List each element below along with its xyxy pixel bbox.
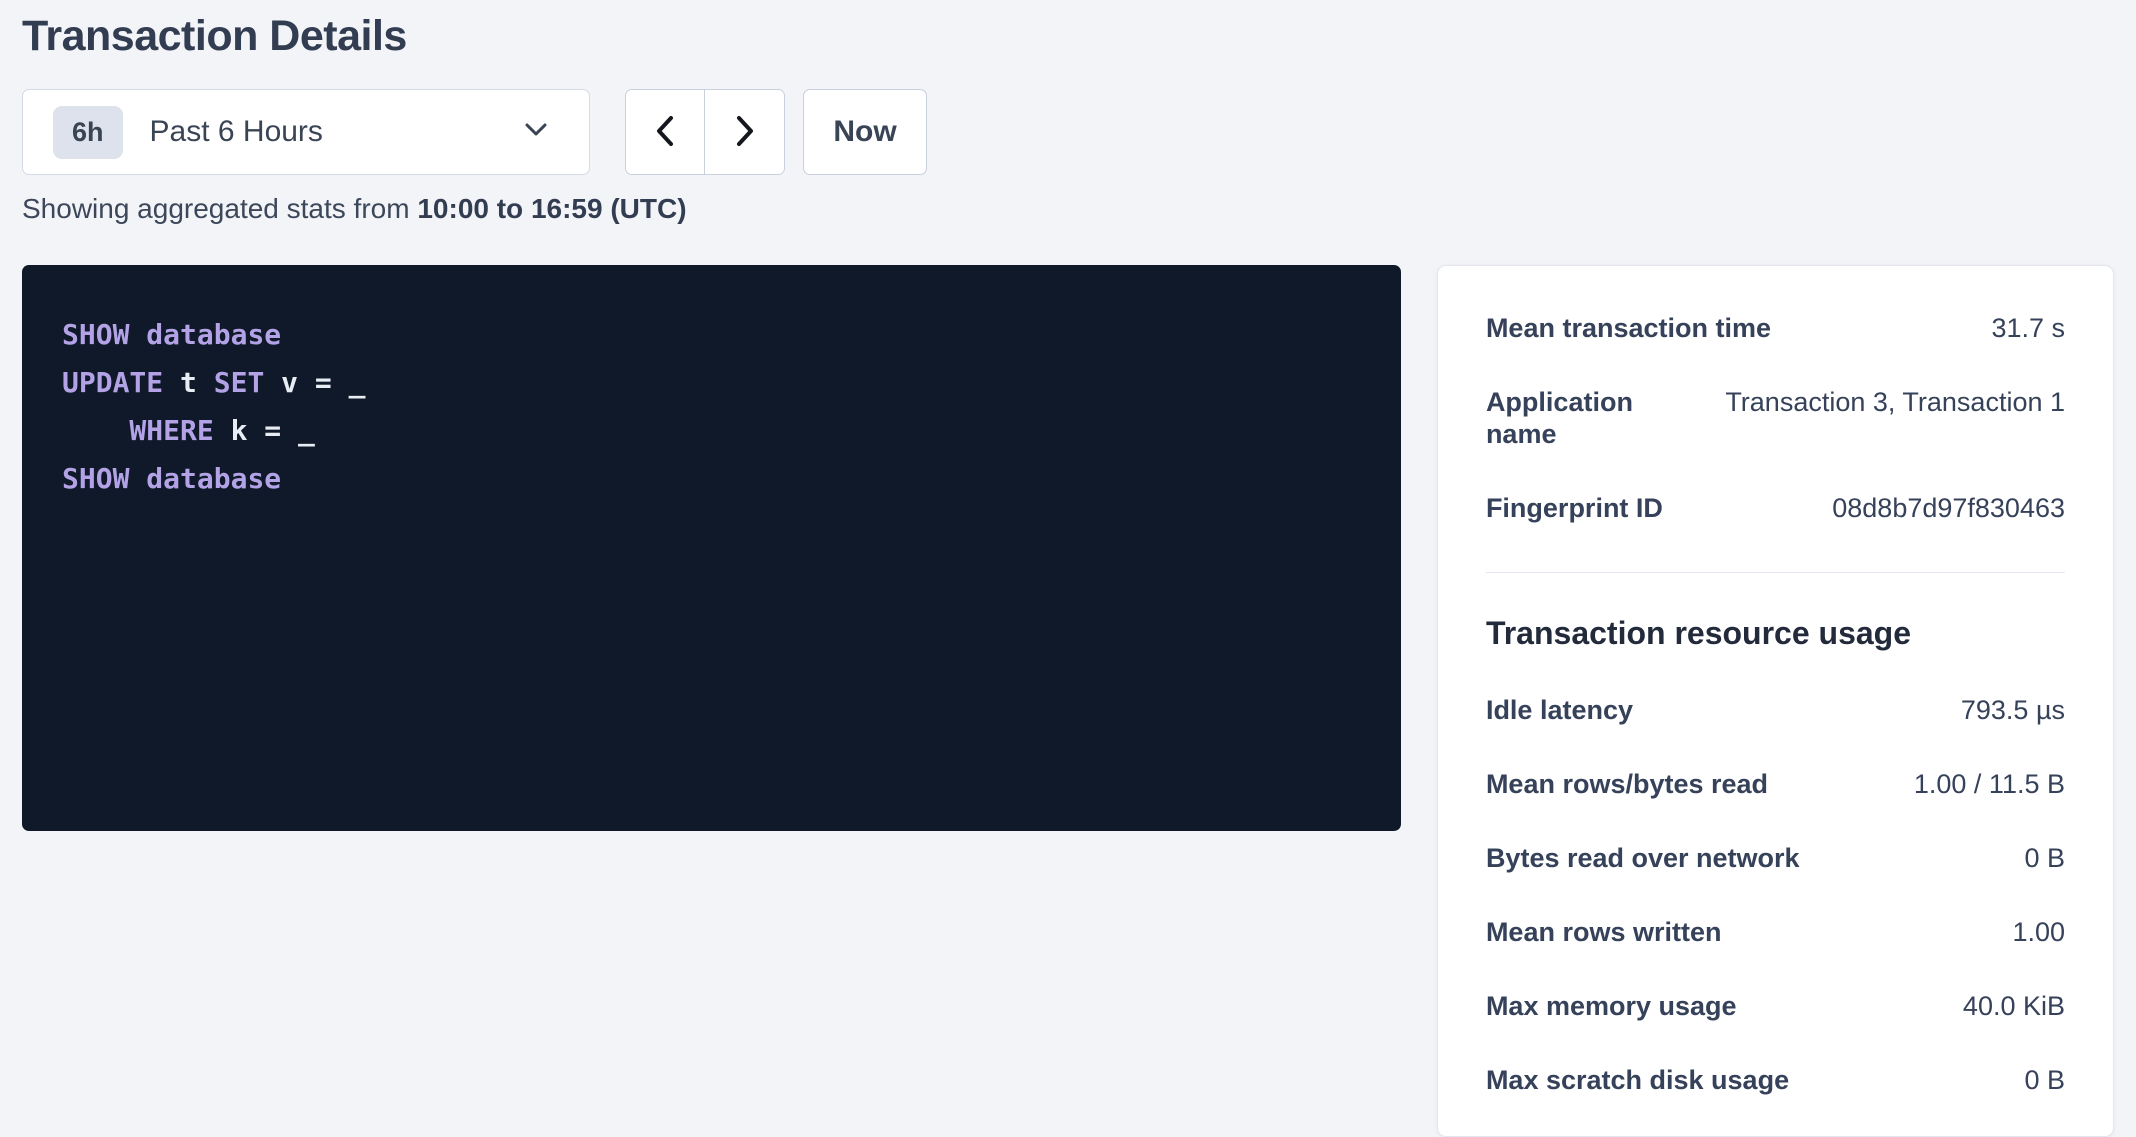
stat-value: 1.00 [2012, 916, 2065, 948]
stat-row-mean-rows-written: Mean rows written 1.00 [1486, 916, 2065, 948]
time-controls: 6h Past 6 Hours Now [22, 89, 2114, 175]
page-title: Transaction Details [22, 12, 2114, 61]
sql-identifier: k [231, 414, 248, 447]
stat-value: 40.0 KiB [1963, 990, 2065, 1022]
time-range-dropdown[interactable]: 6h Past 6 Hours [22, 89, 590, 175]
sql-identifier: t [180, 366, 197, 399]
sql-placeholder: _ [349, 366, 366, 399]
stat-row-max-memory-usage: Max memory usage 40.0 KiB [1486, 990, 2065, 1022]
subtitle-prefix: Showing aggregated stats from [22, 193, 417, 224]
sql-operator: = [264, 414, 281, 447]
chevron-left-icon [652, 114, 678, 151]
time-interval-pager [625, 89, 785, 175]
stat-value: Transaction 3, Transaction 1 [1725, 386, 2065, 418]
sql-line: UPDATE t SET v = _ [62, 359, 1361, 407]
sql-line: SHOW database [62, 311, 1361, 359]
stat-row-fingerprint-id: Fingerprint ID 08d8b7d97f830463 [1486, 492, 2065, 524]
sql-line: WHERE k = _ [62, 407, 1361, 455]
stat-row-application-name: Application name Transaction 3, Transact… [1486, 386, 2065, 450]
sql-keyword: database [146, 318, 281, 351]
sql-operator: = [315, 366, 332, 399]
sql-keyword: WHERE [129, 414, 213, 447]
stat-row-idle-latency: Idle latency 793.5 µs [1486, 694, 2065, 726]
stat-label: Bytes read over network [1486, 842, 1820, 874]
transaction-details-page: Transaction Details 6h Past 6 Hours Now … [0, 0, 2136, 1137]
stat-label: Idle latency [1486, 694, 1653, 726]
sql-identifier: v [281, 366, 298, 399]
stat-row-bytes-read-over-network: Bytes read over network 0 B [1486, 842, 2065, 874]
transaction-stats-card: Mean transaction time 31.7 s Application… [1437, 265, 2114, 1137]
resource-usage-heading: Transaction resource usage [1486, 615, 2065, 652]
time-range-badge: 6h [53, 106, 123, 159]
card-divider [1486, 572, 2065, 573]
prev-time-interval-button[interactable] [626, 90, 705, 174]
sql-keyword: UPDATE [62, 366, 163, 399]
stat-label: Fingerprint ID [1486, 492, 1683, 524]
sql-statement-box: SHOW database UPDATE t SET v = _ WHERE k… [22, 265, 1401, 831]
next-time-interval-button[interactable] [705, 90, 784, 174]
stat-value: 31.7 s [1991, 312, 2065, 344]
stat-row-mean-transaction-time: Mean transaction time 31.7 s [1486, 312, 2065, 344]
stat-row-max-scratch-disk-usage: Max scratch disk usage 0 B [1486, 1064, 2065, 1096]
time-range-label: Past 6 Hours [150, 115, 521, 149]
stat-value: 0 B [2024, 842, 2065, 874]
stat-label: Mean rows written [1486, 916, 1742, 948]
sql-line: SHOW database [62, 455, 1361, 503]
main-content: SHOW database UPDATE t SET v = _ WHERE k… [22, 265, 2114, 1137]
sql-placeholder: _ [298, 414, 315, 447]
stat-value: 08d8b7d97f830463 [1832, 492, 2065, 524]
chevron-down-icon [521, 120, 551, 145]
sql-keyword: SET [214, 366, 265, 399]
stat-value: 1.00 / 11.5 B [1914, 768, 2065, 800]
sql-keyword: SHOW [62, 318, 129, 351]
now-button[interactable]: Now [803, 89, 927, 175]
aggregated-stats-subtitle: Showing aggregated stats from 10:00 to 1… [22, 193, 2114, 225]
subtitle-time-range: 10:00 to 16:59 (UTC) [417, 193, 686, 224]
stat-label: Application name [1486, 386, 1725, 450]
sql-keyword: SHOW [62, 462, 129, 495]
stat-value: 0 B [2024, 1064, 2065, 1096]
stat-label: Mean transaction time [1486, 312, 1791, 344]
stat-label: Mean rows/bytes read [1486, 768, 1788, 800]
stat-row-mean-rows-bytes-read: Mean rows/bytes read 1.00 / 11.5 B [1486, 768, 2065, 800]
chevron-right-icon [732, 114, 758, 151]
stat-value: 793.5 µs [1961, 694, 2065, 726]
stat-label: Max scratch disk usage [1486, 1064, 1809, 1096]
stat-label: Max memory usage [1486, 990, 1757, 1022]
sql-keyword: database [146, 462, 281, 495]
